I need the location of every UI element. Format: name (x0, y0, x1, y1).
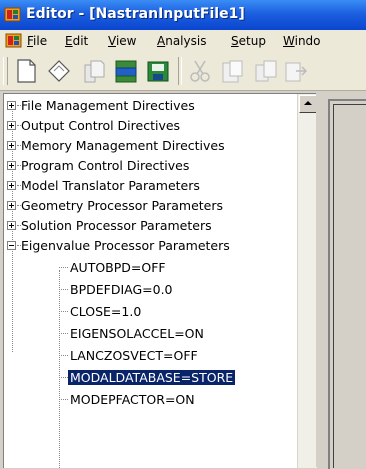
editor-panel (326, 93, 366, 469)
expand-icon[interactable] (7, 141, 16, 150)
expand-icon[interactable] (7, 201, 16, 210)
menu-file[interactable]: File (27, 34, 47, 48)
tree-leaf-modepfactor[interactable]: MODEPFACTOR=ON (4, 390, 294, 410)
document-window-icon[interactable] (5, 32, 22, 49)
menu-window[interactable]: Windo (283, 34, 321, 48)
save-icon[interactable] (144, 57, 172, 85)
tree-node-output-control[interactable]: Output Control Directives (4, 116, 294, 136)
tree-leaf-lanczosvect[interactable]: LANCZOSVECT=OFF (4, 346, 294, 366)
title-bar[interactable]: Editor - [NastranInputFile1] (0, 0, 366, 30)
copy-document-icon[interactable] (80, 57, 108, 85)
toolbar (0, 52, 366, 91)
menu-setup[interactable]: Setup (231, 34, 266, 48)
paste-icon[interactable] (218, 57, 246, 85)
menu-analysis[interactable]: Analysis (157, 34, 206, 48)
panel-splitter[interactable] (316, 93, 326, 467)
tree-node-model-translator[interactable]: Model Translator Parameters (4, 176, 294, 196)
print-icon[interactable] (112, 57, 140, 85)
vertical-scrollbar[interactable] (297, 94, 317, 468)
tree-node-file-management[interactable]: File Management Directives (4, 96, 294, 116)
menu-edit[interactable]: Edit (65, 34, 88, 48)
menu-bar: File Edit View Analysis Setup Windo (0, 30, 366, 53)
expand-icon[interactable] (7, 121, 16, 130)
expand-icon[interactable] (7, 181, 16, 190)
editor-frame (328, 99, 366, 469)
tree-leaf-close[interactable]: CLOSE=1.0 (4, 302, 294, 322)
toolbar-separator (178, 57, 182, 85)
editor-content-area[interactable] (333, 104, 366, 468)
import-icon[interactable] (252, 57, 280, 85)
expand-icon[interactable] (7, 101, 16, 110)
expand-icon[interactable] (7, 221, 16, 230)
tree-node-program-control[interactable]: Program Control Directives (4, 156, 294, 176)
window-title: Editor - [NastranInputFile1] (26, 6, 245, 22)
tree-leaf-eigensolaccel[interactable]: EIGENSOLACCEL=ON (4, 324, 294, 344)
tree-leaf-autobpd[interactable]: AUTOBPD=OFF (4, 258, 294, 278)
collapse-icon[interactable] (7, 241, 16, 250)
cut-icon[interactable] (186, 57, 214, 85)
tree-node-geometry-processor[interactable]: Geometry Processor Parameters (4, 196, 294, 216)
toolbar-grip[interactable] (3, 57, 8, 85)
scroll-up-button[interactable] (299, 95, 317, 113)
menu-view[interactable]: View (108, 34, 136, 48)
tree-leaf-bpdefdiag[interactable]: BPDEFDIAG=0.0 (4, 280, 294, 300)
directive-tree-panel: File Management Directives Output Contro… (3, 93, 317, 468)
export-icon[interactable] (282, 57, 310, 85)
new-document-icon[interactable] (12, 57, 40, 85)
tree-leaf-modaldatabase[interactable]: MODALDATABASE=STORE (4, 368, 294, 388)
open-icon[interactable] (45, 57, 73, 85)
expand-icon[interactable] (7, 161, 16, 170)
selected-item-label: MODALDATABASE=STORE (68, 370, 236, 385)
tree-node-memory-management[interactable]: Memory Management Directives (4, 136, 294, 156)
tree-node-solution-processor[interactable]: Solution Processor Parameters (4, 216, 294, 236)
app-icon[interactable] (4, 6, 21, 23)
tree-node-eigenvalue-processor[interactable]: Eigenvalue Processor Parameters (4, 236, 294, 256)
